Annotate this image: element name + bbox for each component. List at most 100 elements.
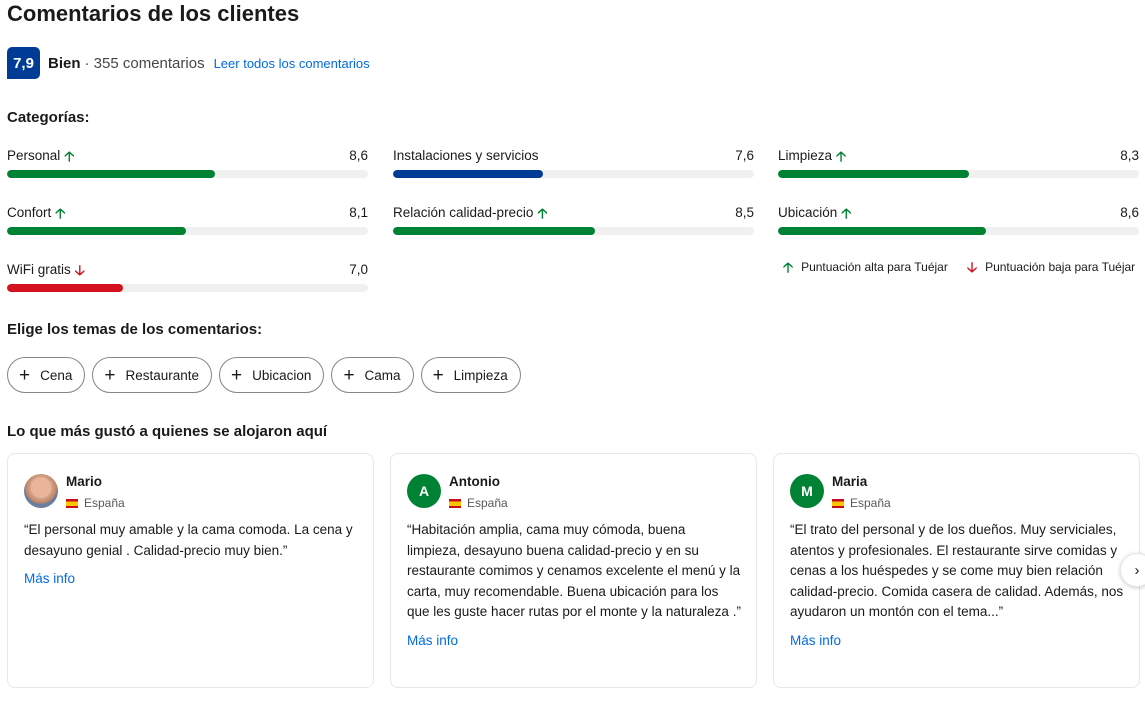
plus-icon: + bbox=[343, 364, 355, 386]
topic-chip-ubicacion[interactable]: + Ubicacion bbox=[219, 357, 325, 393]
arrow-up-icon: 🡡 bbox=[836, 147, 847, 164]
reviewer-name: Antonio bbox=[449, 474, 500, 489]
score-badge: 7,9 bbox=[7, 47, 40, 79]
category-label: WiFi gratis bbox=[7, 262, 71, 277]
category-bar bbox=[778, 227, 1139, 235]
category-ubicacion: Ubicación 🡡 8,6 bbox=[778, 205, 1139, 245]
category-limpieza: Limpieza 🡡 8,3 bbox=[778, 148, 1139, 188]
review-text-block: “Habitación amplia, cama muy cómoda, bue… bbox=[407, 520, 742, 652]
category-value: 7,0 bbox=[349, 262, 368, 277]
arrow-up-icon: 🡡 bbox=[841, 204, 852, 221]
category-label: Confort bbox=[7, 205, 52, 220]
category-bar bbox=[393, 170, 754, 178]
legend-low: 🡣 Puntuación baja para Tuéjar bbox=[967, 260, 1135, 274]
topics-heading: Elige los temas de los comentarios: bbox=[7, 321, 263, 338]
arrow-up-icon: 🡡 bbox=[55, 204, 66, 221]
category-relacion-calidad-precio: Relación calidad-precio 🡡 8,5 bbox=[393, 205, 754, 245]
avatar bbox=[24, 474, 58, 508]
score-summary: 7,9 Bien · 355 comentarios Leer todos lo… bbox=[7, 47, 370, 79]
topic-chip-cena[interactable]: + Cena bbox=[7, 357, 86, 393]
category-value: 8,6 bbox=[1120, 205, 1139, 220]
category-bar-fill bbox=[778, 170, 969, 178]
topic-chip-cama[interactable]: + Cama bbox=[331, 357, 414, 393]
avatar: M bbox=[790, 474, 824, 508]
category-label: Relación calidad-precio bbox=[393, 205, 534, 220]
spain-flag-icon bbox=[832, 498, 844, 508]
spain-flag-icon bbox=[449, 498, 461, 508]
plus-icon: + bbox=[104, 364, 116, 386]
category-label: Instalaciones y servicios bbox=[393, 148, 539, 163]
reviewer-country: España bbox=[832, 496, 891, 510]
more-info-link[interactable]: Más info bbox=[24, 569, 359, 590]
review-card: A Antonio España “Habitación amplia, cam… bbox=[390, 453, 757, 688]
read-all-reviews-link[interactable]: Leer todos los comentarios bbox=[214, 56, 370, 71]
reviewer-country: España bbox=[66, 496, 125, 510]
plus-icon: + bbox=[231, 364, 243, 386]
category-bar-fill bbox=[393, 227, 596, 235]
arrow-down-icon: 🡣 bbox=[74, 261, 85, 278]
reviewer-name: Mario bbox=[66, 474, 103, 489]
topic-label: Cama bbox=[364, 367, 401, 383]
liked-heading: Lo que más gustó a quienes se alojaron a… bbox=[7, 423, 328, 440]
category-label: Ubicación bbox=[778, 205, 838, 220]
category-label: Limpieza bbox=[778, 148, 833, 163]
review-card: M Maria España “El trato del personal y … bbox=[773, 453, 1140, 688]
category-value: 8,1 bbox=[349, 205, 368, 220]
reviewer-country: España bbox=[449, 496, 508, 510]
review-text-block: “El personal muy amable y la cama comoda… bbox=[24, 520, 359, 590]
topic-label: Restaurante bbox=[125, 367, 200, 383]
arrow-up-icon: 🡡 bbox=[537, 204, 548, 221]
categories-heading: Categorías: bbox=[7, 109, 90, 126]
plus-icon: + bbox=[19, 364, 31, 386]
category-bar bbox=[7, 284, 368, 292]
review-text: “El personal muy amable y la cama comoda… bbox=[24, 522, 353, 558]
more-info-link[interactable]: Más info bbox=[790, 631, 1125, 652]
review-text: “El trato del personal y de los dueños. … bbox=[790, 522, 1124, 620]
category-bar bbox=[393, 227, 754, 235]
topic-label: Cena bbox=[40, 367, 73, 383]
category-value: 7,6 bbox=[735, 148, 754, 163]
avatar: A bbox=[407, 474, 441, 508]
category-label: Personal bbox=[7, 148, 61, 163]
category-bar bbox=[7, 227, 368, 235]
category-bar-fill bbox=[7, 170, 215, 178]
plus-icon: + bbox=[432, 364, 444, 386]
category-bar bbox=[778, 170, 1139, 178]
reviewer-name: Maria bbox=[832, 474, 868, 489]
category-instalaciones: Instalaciones y servicios 7,6 bbox=[393, 148, 754, 188]
arrow-down-icon: 🡣 bbox=[967, 259, 978, 275]
legend-high-text: Puntuación alta para Tuéjar bbox=[801, 260, 948, 274]
page-title: Comentarios de los clientes bbox=[7, 1, 300, 26]
category-bar-fill bbox=[393, 170, 544, 178]
category-confort: Confort 🡡 8,1 bbox=[7, 205, 368, 245]
topic-chip-restaurante[interactable]: + Restaurante bbox=[92, 357, 213, 393]
category-bar-fill bbox=[7, 284, 123, 292]
more-info-link[interactable]: Más info bbox=[407, 631, 742, 652]
topic-chip-limpieza[interactable]: + Limpieza bbox=[420, 357, 521, 393]
country-name: España bbox=[84, 496, 125, 510]
legend-low-text: Puntuación baja para Tuéjar bbox=[985, 260, 1136, 274]
category-bar-fill bbox=[778, 227, 986, 235]
chevron-right-icon: › bbox=[1134, 561, 1140, 579]
category-bar bbox=[7, 170, 368, 178]
category-wifi: WiFi gratis 🡣 7,0 bbox=[7, 262, 368, 302]
legend-high: 🡡 Puntuación alta para Tuéjar bbox=[783, 260, 948, 274]
spain-flag-icon bbox=[66, 498, 78, 508]
country-name: España bbox=[467, 496, 508, 510]
category-bar-fill bbox=[7, 227, 187, 235]
category-value: 8,3 bbox=[1120, 148, 1139, 163]
arrow-up-icon: 🡡 bbox=[783, 259, 794, 275]
topic-label: Ubicacion bbox=[252, 367, 312, 383]
category-value: 8,5 bbox=[735, 205, 754, 220]
arrow-up-icon: 🡡 bbox=[64, 147, 75, 164]
review-card: Mario España “El personal muy amable y l… bbox=[7, 453, 374, 688]
country-name: España bbox=[850, 496, 891, 510]
review-text: “Habitación amplia, cama muy cómoda, bue… bbox=[407, 522, 741, 620]
topic-chips: + Cena + Restaurante + Ubicacion + Cama + Lim… bbox=[7, 357, 521, 393]
review-text-block: “El trato del personal y de los dueños. … bbox=[790, 520, 1125, 652]
category-personal: Personal 🡡 8,6 bbox=[7, 148, 368, 188]
topic-label: Limpieza bbox=[453, 367, 508, 383]
category-value: 8,6 bbox=[349, 148, 368, 163]
score-word: Bien bbox=[48, 54, 81, 72]
review-count: · 355 comentarios bbox=[84, 54, 205, 72]
